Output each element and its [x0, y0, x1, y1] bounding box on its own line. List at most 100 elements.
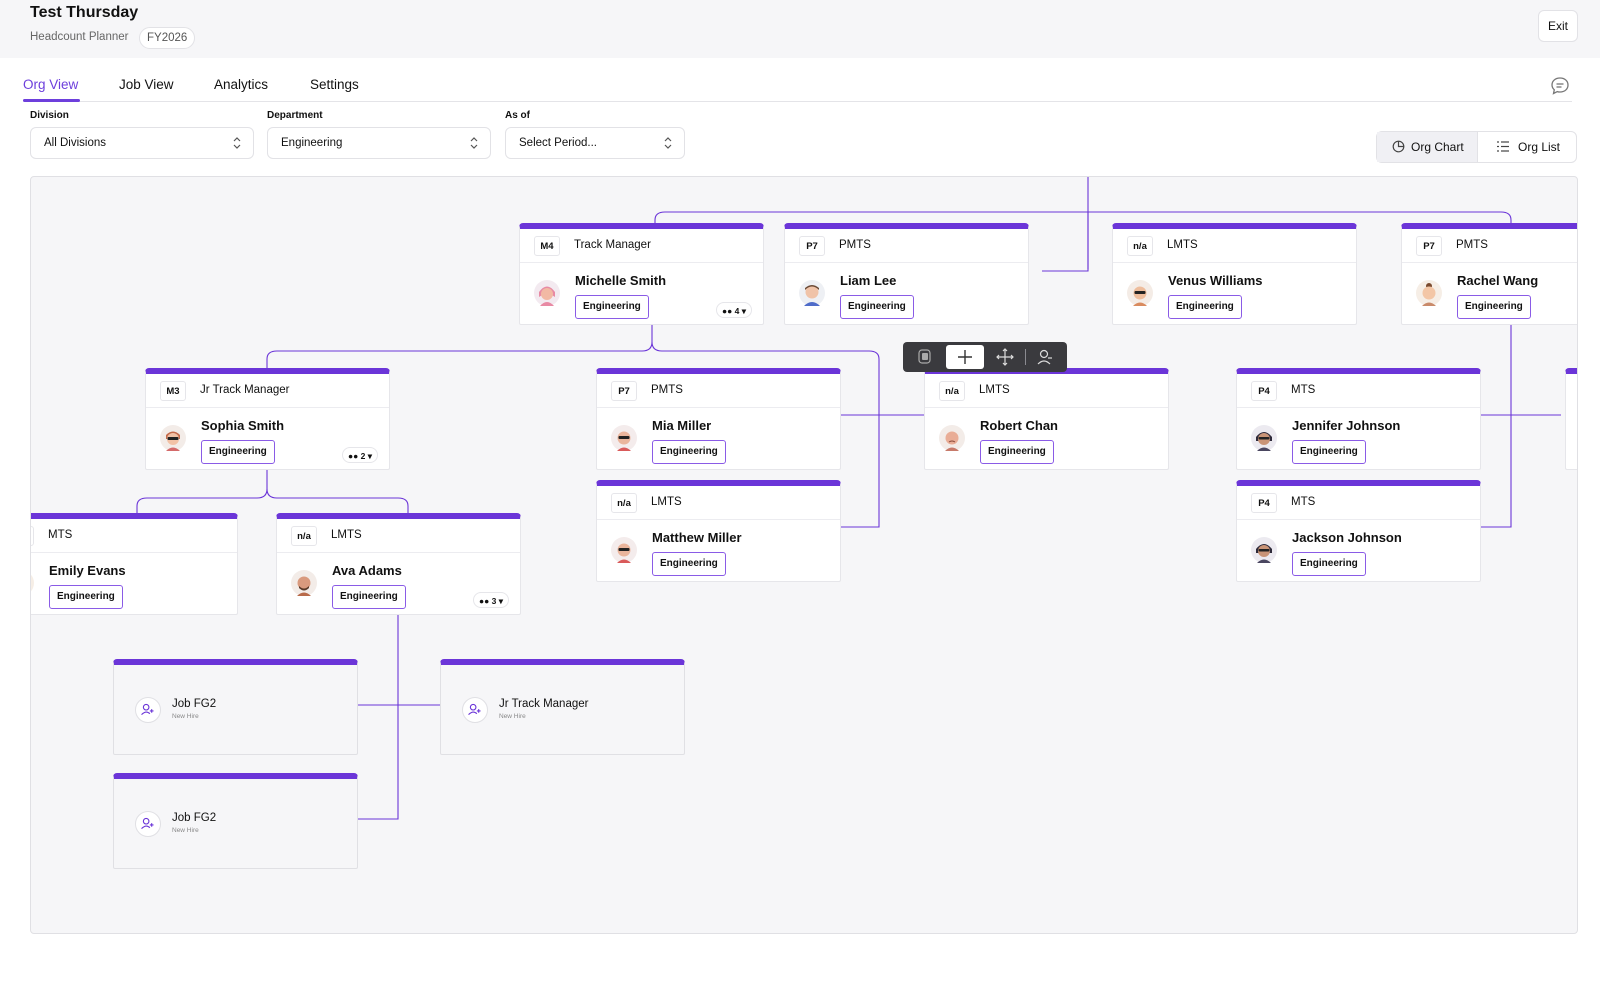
direct-reports-toggle[interactable]: ●● 2 ▾	[342, 447, 379, 463]
department-value: Engineering	[281, 137, 343, 149]
plus-icon	[958, 350, 972, 364]
employee-card[interactable]: M4 Track Manager Michelle Smith Engineer…	[519, 223, 764, 325]
avatar-icon	[611, 537, 637, 563]
employee-card[interactable]: P7 PMTS Liam Lee Engineering	[784, 223, 1029, 325]
chevron-up-down-icon	[664, 137, 672, 149]
as-of-label: As of	[505, 110, 530, 121]
tab-org-view[interactable]: Org View	[23, 77, 78, 92]
copy-icon	[918, 349, 931, 364]
org-chart-button[interactable]: Org Chart	[1377, 132, 1478, 162]
department-tag: Engineering	[49, 585, 123, 609]
direct-reports-toggle[interactable]: ●● 3 ▾	[473, 592, 510, 608]
tab-job-view[interactable]: Job View	[119, 77, 174, 92]
role-title: LMTS	[331, 529, 362, 541]
employee-card[interactable]: n/a LMTS Ava Adams Engineering ●● 3 ▾	[276, 513, 521, 615]
placeholder-title: Job FG2	[172, 698, 217, 710]
employee-card[interactable]: n/a LMTS Matthew Miller Engineering	[596, 480, 841, 582]
department-select[interactable]: Engineering	[267, 127, 491, 159]
card-header: P4 MTS	[1237, 486, 1480, 520]
employee-name: Mia Miller	[652, 418, 712, 433]
card-header: P4 MTS	[1237, 374, 1480, 408]
avatar-icon	[1251, 537, 1277, 563]
level-badge: P7	[611, 381, 637, 401]
assign-person-button[interactable]	[1027, 345, 1065, 369]
employee-name: Rachel Wang	[1457, 273, 1539, 288]
people-icon: ●●	[479, 596, 490, 606]
period-select[interactable]: Select Period...	[505, 127, 685, 159]
card-header: P7 PMTS	[1402, 229, 1577, 263]
list-icon	[1497, 141, 1509, 152]
level-badge: n/a	[291, 526, 317, 546]
role-title: LMTS	[651, 496, 682, 508]
role-title: MTS	[1291, 384, 1316, 396]
level-badge: P7	[1416, 236, 1442, 256]
role-title: MTS	[1291, 496, 1316, 508]
employee-card[interactable]: P7 PMTS Rachel Wang Engineering	[1401, 223, 1577, 325]
level-badge: n/a	[611, 493, 637, 513]
card-header: n/a LMTS	[925, 374, 1168, 408]
employee-card[interactable]: P4 MTS Emily Evans Engineering	[31, 513, 238, 615]
department-tag: Engineering	[840, 295, 914, 319]
comment-icon[interactable]	[1550, 76, 1570, 96]
exit-button[interactable]: Exit	[1538, 10, 1578, 42]
fiscal-year-badge: FY2026	[139, 27, 196, 49]
assign-person-icon	[1037, 349, 1052, 365]
add-node-button[interactable]	[946, 345, 984, 369]
role-title: LMTS	[979, 384, 1010, 396]
employee-name: Ava Adams	[332, 563, 402, 578]
new-hire-placeholder-card[interactable]: Jr Track Manager New Hire	[440, 659, 685, 755]
employee-card[interactable]: M3 Jr Track Manager Sophia Smith Enginee…	[145, 368, 390, 470]
card-header: M3 Jr Track Manager	[146, 374, 389, 408]
employee-name: Robert Chan	[980, 418, 1058, 433]
avatar-icon	[799, 280, 825, 306]
division-label: Division	[30, 110, 69, 121]
card-header: P7 PMTS	[597, 374, 840, 408]
department-tag: Engineering	[1292, 552, 1366, 576]
employee-name: Venus Williams	[1168, 273, 1263, 288]
department-tag: Engineering	[652, 440, 726, 464]
period-value: Select Period...	[519, 137, 597, 149]
new-hire-placeholder-card[interactable]: Job FG2 New Hire	[113, 659, 358, 755]
avatar-icon	[291, 570, 317, 596]
employee-card[interactable]: P4 MTS Jackson Johnson Engineering	[1236, 480, 1481, 582]
role-title: LMTS	[1167, 239, 1198, 251]
level-badge: P7	[799, 236, 825, 256]
active-tab-indicator	[23, 99, 80, 102]
employee-name: Sophia Smith	[201, 418, 285, 433]
org-list-button[interactable]: Org List	[1478, 132, 1576, 162]
copy-button[interactable]	[906, 345, 944, 369]
add-person-icon	[462, 697, 488, 723]
tab-analytics[interactable]: Analytics	[214, 77, 268, 92]
new-hire-placeholder-card[interactable]: Job FG2 New Hire	[113, 773, 358, 869]
employee-card[interactable]: P4 MTS Jennifer Johnson Engineering	[1236, 368, 1481, 470]
employee-name: Emily Evans	[49, 563, 126, 578]
toolbar-separator	[1025, 349, 1026, 365]
direct-reports-toggle[interactable]: ●● 4 ▾	[716, 302, 753, 318]
org-chart-canvas[interactable]: M4 Track Manager Michelle Smith Engineer…	[30, 176, 1578, 934]
department-tag: Engineering	[575, 295, 649, 319]
employee-card[interactable]: n/a LMTS Venus Williams Engineering	[1112, 223, 1357, 325]
main-tabs: Org View Job View Analytics Settings	[0, 58, 1572, 103]
avatar-icon	[31, 574, 34, 592]
tab-settings[interactable]: Settings	[310, 77, 359, 92]
avatar-icon	[160, 425, 186, 451]
placeholder-title: Jr Track Manager	[499, 698, 589, 710]
add-person-icon	[135, 811, 161, 837]
role-title: PMTS	[1456, 239, 1488, 251]
employee-card-partial[interactable]	[1565, 368, 1577, 470]
pie-chart-icon	[1392, 140, 1405, 153]
level-badge: P4	[1251, 381, 1277, 401]
app-subtitle: Headcount Planner	[30, 31, 129, 43]
department-label: Department	[267, 110, 323, 121]
division-select[interactable]: All Divisions	[30, 127, 254, 159]
employee-card[interactable]: P7 PMTS Mia Miller Engineering	[596, 368, 841, 470]
avatar-icon	[939, 425, 965, 451]
placeholder-subtitle: New Hire	[172, 713, 199, 720]
move-node-button[interactable]	[986, 345, 1024, 369]
avatar-icon	[611, 425, 637, 451]
department-tag: Engineering	[1292, 440, 1366, 464]
employee-card[interactable]: n/a LMTS Robert Chan Engineering	[924, 368, 1169, 470]
org-list-label: Org List	[1518, 140, 1561, 154]
level-badge: n/a	[939, 381, 965, 401]
people-icon: ●●	[348, 451, 359, 461]
